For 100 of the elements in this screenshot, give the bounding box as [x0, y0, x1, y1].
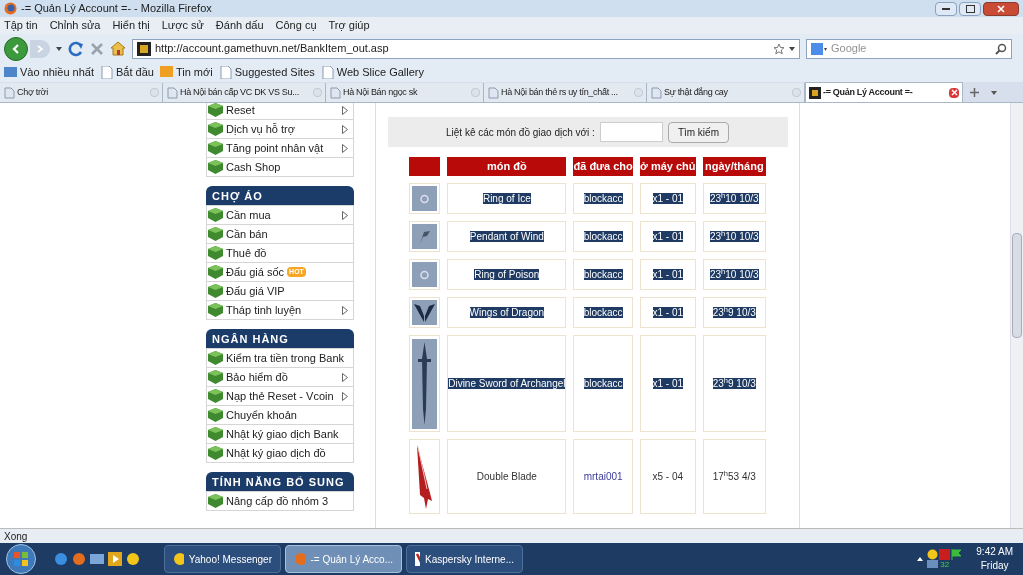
server-text: x1 - 01 [652, 307, 684, 318]
window-icon [4, 66, 17, 79]
server-text: x1 - 01 [652, 269, 684, 280]
browser-icon[interactable] [54, 552, 68, 566]
menu-item[interactable]: Lược sử [161, 17, 204, 34]
bookmark-link[interactable]: Tin mới [159, 64, 213, 81]
firefox-icon [294, 552, 306, 566]
sidebar-item[interactable]: Đấu giá VIP [206, 281, 354, 301]
smiley-icon[interactable] [927, 549, 939, 560]
bookmark-link[interactable]: Web Slice Gallery [320, 64, 425, 81]
menu-item[interactable]: Trợ giúp [328, 17, 370, 34]
menu-item[interactable]: Tập tin [4, 17, 38, 34]
search-field[interactable]: Google [806, 38, 1012, 59]
home-icon[interactable] [110, 41, 126, 56]
cube-icon [208, 303, 223, 317]
item-name: Ring of Poison [474, 269, 540, 280]
cube-icon [208, 160, 223, 174]
scrollbar[interactable] [1010, 103, 1023, 528]
submenu-arrow-icon [342, 305, 348, 315]
taskbar-button[interactable]: Yahoo! Messenger [164, 545, 281, 573]
flag-icon[interactable] [951, 549, 963, 560]
tab[interactable]: Chợ trời [0, 83, 163, 102]
sidebar-item[interactable]: Dịch vụ hỗ trợ [206, 119, 354, 139]
reload-icon[interactable] [68, 40, 84, 57]
sidebar-item[interactable]: Nhật ký giao dịch Bank [206, 424, 354, 444]
cube-icon [208, 284, 223, 298]
sidebar-item[interactable]: Nâng cấp đồ nhóm 3 [206, 491, 354, 511]
feed-icon [159, 66, 173, 79]
section-header: TÍNH NĂNG BỔ SUNG [206, 472, 354, 492]
cube-icon [208, 141, 223, 155]
item-name: Divine Sword of Archangel [448, 378, 566, 389]
tray-arrow-icon[interactable] [917, 557, 924, 561]
sidebar-item[interactable]: Kiểm tra tiền trong Bank [206, 348, 354, 368]
filter-field[interactable] [599, 122, 663, 142]
search-button[interactable]: Tìm kiếm [667, 121, 729, 143]
cube-icon [208, 494, 223, 508]
close-icon [997, 4, 1005, 13]
bookmark-star-icon[interactable] [773, 42, 785, 55]
menu-item[interactable]: Chỉnh sửa [49, 17, 101, 34]
sidebar-item[interactable]: Tăng point nhân vật [206, 138, 354, 158]
sidebar-item[interactable]: Tháp tinh luyện [206, 300, 354, 320]
tab[interactable]: Hà Nội bán thẻ rs uy tín_chất ... [484, 83, 647, 102]
start-button[interactable] [6, 544, 36, 574]
clock-day: Friday [980, 559, 1009, 573]
item-name: Wings of Dragon [469, 307, 545, 318]
sidebar-item[interactable]: Bảo hiểm đồ [206, 367, 354, 387]
page-icon [650, 86, 662, 99]
smiley-icon[interactable] [126, 552, 140, 566]
cube-icon [208, 103, 223, 117]
pendant-icon [412, 224, 438, 249]
cube-icon [208, 446, 223, 460]
search-icon[interactable] [995, 42, 1007, 55]
close-icon [950, 89, 958, 96]
cube-icon [208, 408, 223, 422]
date-text: 23$^{h}$10 10/3 [709, 269, 759, 280]
sidebar-item[interactable]: Nhật ký giao dịch đồ [206, 443, 354, 463]
tab[interactable]: Sự thật đắng cay [647, 83, 805, 102]
search-input[interactable]: Google [831, 40, 991, 57]
sidebar-item[interactable]: Thuê đồ [206, 243, 354, 263]
network-icon[interactable] [927, 560, 939, 569]
desktop-icon[interactable] [90, 552, 104, 566]
item-name: Pendant of Wind [469, 231, 544, 242]
page-icon [329, 86, 341, 99]
sidebar-item[interactable]: Cần mua [206, 205, 354, 225]
date-text: 23$^{h}$9 10/3 [712, 378, 756, 389]
bookmark-link[interactable]: Suggested Sites [218, 64, 315, 81]
tab-label: Hà Nội Bán ngọc sk [343, 85, 418, 99]
menu-item[interactable]: Hiển thị [112, 17, 150, 34]
menu-item[interactable]: Đánh dấu [215, 17, 264, 34]
address-field[interactable]: http://account.gamethuvn.net/BankItem_out.asp [132, 38, 800, 59]
bookmark-link[interactable]: Bắt đầu [100, 64, 154, 81]
sidebar-item[interactable]: Cash Shop [206, 157, 354, 177]
close-button[interactable] [983, 1, 1019, 16]
cube-icon [208, 246, 223, 260]
menu-item[interactable]: Công cụ [275, 17, 317, 34]
recipient-name[interactable]: mrtai001 [583, 471, 623, 482]
tab[interactable]: Hà Nội Bán ngọc sk [326, 83, 484, 102]
minimize-button[interactable] [935, 1, 957, 16]
sidebar-item[interactable]: Nạp thẻ Reset - Vcoin [206, 386, 354, 406]
tray-number: 32 [940, 560, 950, 569]
bookmark-link[interactable]: Vào nhiều nhất [4, 64, 94, 81]
ring-icon [412, 186, 438, 211]
status-text: Xong [4, 529, 28, 544]
date-text: 23$^{h}$10 10/3 [709, 193, 759, 204]
tab[interactable]: -= Quản Lý Account =- [805, 82, 963, 102]
dropdown-icon[interactable] [56, 46, 62, 51]
date-text: 17$^{h}$53 4/3 [712, 471, 756, 482]
maximize-button[interactable] [959, 1, 981, 16]
dropdown-icon[interactable] [789, 46, 795, 51]
taskbar-button[interactable]: Kaspersky Interne... [406, 545, 523, 573]
sidebar-item[interactable]: Cần bán [206, 224, 354, 244]
tab-close-button[interactable] [949, 87, 959, 98]
header-cell [409, 157, 441, 176]
firefox-icon[interactable] [72, 552, 86, 566]
sidebar-item[interactable]: Chuyển khoản [206, 405, 354, 425]
page-icon [3, 86, 15, 99]
back-button[interactable] [4, 36, 28, 61]
tab-label: Chợ trời [17, 85, 48, 99]
section-header: CHỢ ÁO [206, 186, 354, 206]
tab[interactable]: Hà Nội bán cấp VC DK VS Su... [163, 83, 326, 102]
